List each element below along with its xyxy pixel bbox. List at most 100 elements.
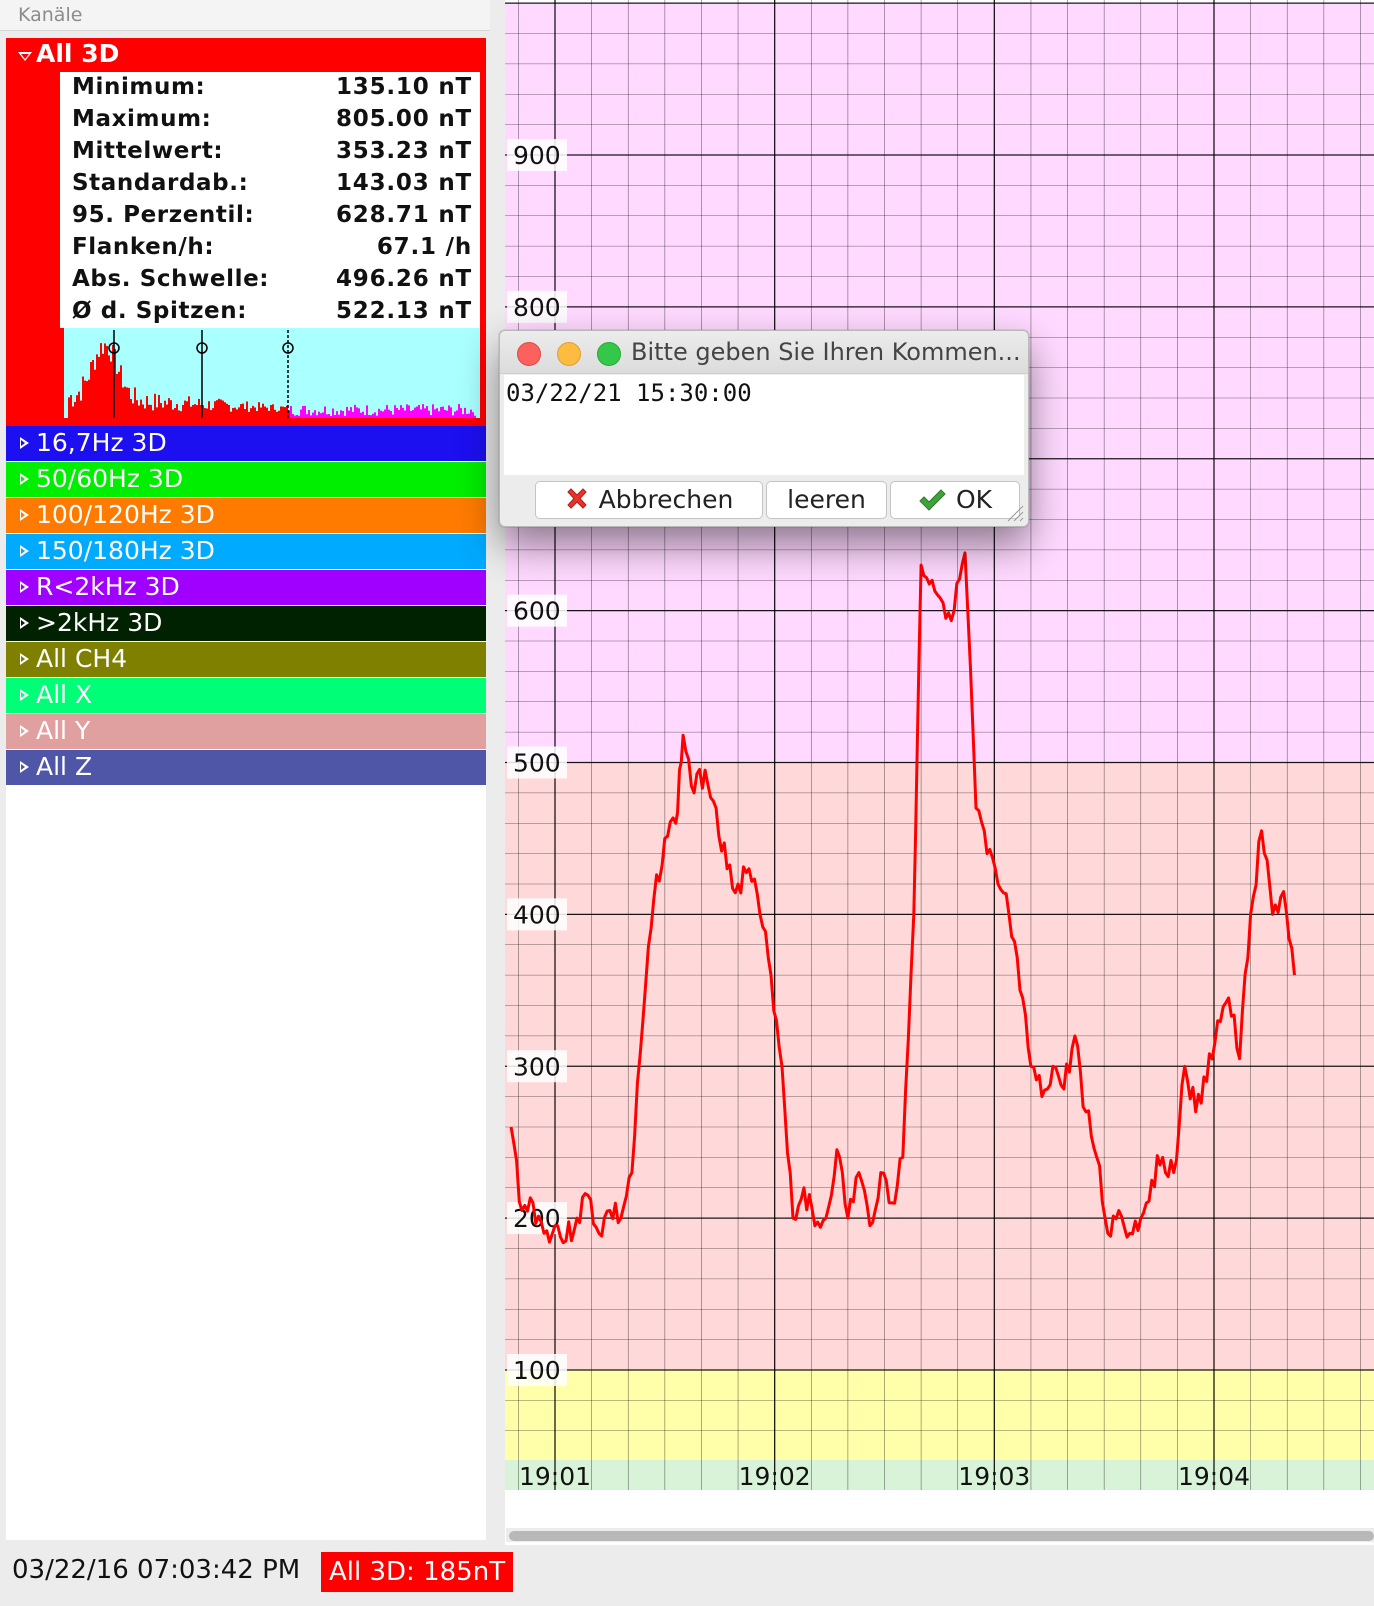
histogram-bar bbox=[198, 399, 200, 418]
dialog-titlebar[interactable]: Bitte geben Sie Ihren Kommen... bbox=[500, 331, 1028, 374]
expand-triangle-icon[interactable] bbox=[20, 437, 29, 449]
expand-triangle-icon[interactable] bbox=[20, 617, 29, 629]
histogram-bar bbox=[110, 361, 112, 418]
histogram-bar bbox=[308, 410, 310, 418]
histogram-bar bbox=[230, 411, 232, 418]
histogram-bar bbox=[338, 414, 340, 418]
expand-triangle-icon[interactable] bbox=[20, 725, 29, 737]
ok-button[interactable]: OK bbox=[890, 481, 1020, 519]
y-tick-label: 600 bbox=[513, 597, 561, 626]
chart-area[interactable]: 900 800 600 500 400 300 200 100 19:01 19:02 19:03 1… bbox=[505, 0, 1374, 1545]
histogram-bar bbox=[216, 400, 218, 418]
histogram-bar bbox=[320, 413, 322, 418]
histogram-bar bbox=[178, 410, 180, 418]
channel-row[interactable]: All Z bbox=[6, 750, 486, 785]
channel-row[interactable]: All X bbox=[6, 678, 486, 713]
channel-row[interactable]: All CH4 bbox=[6, 642, 486, 677]
histogram-bar bbox=[388, 409, 390, 418]
histogram-bar bbox=[474, 415, 476, 418]
resize-grip-icon[interactable] bbox=[1006, 504, 1024, 522]
histogram-bar bbox=[68, 397, 70, 418]
stat-label: Minimum: bbox=[72, 74, 206, 100]
minimize-window-button[interactable] bbox=[557, 342, 581, 366]
channel-row[interactable]: 16,7Hz 3D bbox=[6, 426, 486, 461]
histogram-bar bbox=[206, 408, 208, 418]
histogram-bar bbox=[324, 406, 326, 418]
histogram-bar bbox=[256, 411, 258, 418]
stats-box: Minimum: 135.10 nT Maximum: 805.00 nT Mittel… bbox=[60, 72, 480, 328]
histogram-bar bbox=[410, 411, 412, 418]
histogram-bar bbox=[304, 405, 306, 418]
comment-textarea[interactable]: 03/22/21 15:30:00 bbox=[504, 375, 1024, 475]
histogram-bar bbox=[260, 407, 262, 418]
histogram-bar bbox=[222, 400, 224, 418]
expand-triangle-icon[interactable] bbox=[20, 509, 29, 521]
histogram-bar bbox=[144, 408, 146, 418]
histogram-bar bbox=[74, 401, 76, 418]
histogram-bar bbox=[122, 387, 124, 418]
clear-button-label: leeren bbox=[787, 485, 866, 514]
zoom-window-button[interactable] bbox=[597, 342, 621, 366]
expand-triangle-icon[interactable] bbox=[20, 545, 29, 557]
collapse-triangle-icon[interactable] bbox=[18, 52, 32, 61]
histogram-bar bbox=[428, 410, 430, 418]
close-window-button[interactable] bbox=[517, 342, 541, 366]
channel-row[interactable]: 100/120Hz 3D bbox=[6, 498, 486, 533]
scrollbar-thumb[interactable] bbox=[509, 1531, 1374, 1541]
histogram-bar bbox=[334, 414, 336, 418]
histogram-bar bbox=[472, 412, 474, 418]
checkmark-icon bbox=[919, 489, 946, 511]
stat-value: 496.26 nT bbox=[335, 266, 472, 292]
histogram-bar bbox=[154, 393, 156, 418]
histogram-bar bbox=[438, 411, 440, 418]
histogram-bar bbox=[224, 402, 226, 418]
histogram-bar bbox=[454, 411, 456, 418]
channel-row[interactable]: >2kHz 3D bbox=[6, 606, 486, 641]
histogram-bar bbox=[326, 414, 328, 418]
histogram-bar bbox=[396, 408, 398, 418]
histogram-bar bbox=[158, 394, 160, 418]
histogram-bar bbox=[284, 407, 286, 418]
histogram-bar bbox=[276, 411, 278, 418]
histogram-bar bbox=[426, 406, 428, 418]
channel-all-3d-expanded: All 3D Minimum: 135.10 nT Maximum: 805.00 n… bbox=[6, 38, 486, 426]
y-tick-label: 300 bbox=[513, 1052, 561, 1081]
histogram-bar bbox=[442, 406, 444, 418]
histogram-bar bbox=[278, 410, 280, 418]
histogram-bar bbox=[444, 409, 446, 418]
histogram-bar bbox=[372, 413, 374, 418]
channel-all-3d-header[interactable]: All 3D bbox=[6, 38, 486, 72]
channel-row[interactable]: 50/60Hz 3D bbox=[6, 462, 486, 497]
x-tick-label: 19:02 bbox=[739, 1462, 811, 1491]
y-tick-label: 500 bbox=[513, 749, 561, 778]
histogram-bar bbox=[196, 405, 198, 418]
expand-triangle-icon[interactable] bbox=[20, 761, 29, 773]
expand-triangle-icon[interactable] bbox=[20, 473, 29, 485]
histogram-bar bbox=[166, 404, 168, 418]
channel-row[interactable]: 150/180Hz 3D bbox=[6, 534, 486, 569]
expand-triangle-icon[interactable] bbox=[20, 653, 29, 665]
histogram-bar bbox=[192, 404, 194, 418]
channel-row[interactable]: R<2kHz 3D bbox=[6, 570, 486, 605]
histogram-bar bbox=[170, 400, 172, 418]
histogram-bar bbox=[70, 395, 72, 418]
cancel-button[interactable]: Abbrechen bbox=[535, 481, 763, 519]
expand-triangle-icon[interactable] bbox=[20, 689, 29, 701]
histogram-bar bbox=[446, 410, 448, 418]
histogram-bar bbox=[104, 343, 106, 418]
histogram-bar bbox=[406, 404, 408, 418]
clear-button[interactable]: leeren bbox=[766, 481, 887, 519]
histogram-bar bbox=[412, 410, 414, 418]
histogram-bar bbox=[280, 406, 282, 418]
histogram-bar bbox=[162, 407, 164, 418]
panel-header: Kanäle bbox=[0, 0, 490, 31]
stat-value: 135.10 nT bbox=[335, 74, 472, 100]
expand-triangle-icon[interactable] bbox=[20, 581, 29, 593]
histogram-bar bbox=[146, 396, 148, 418]
histogram-bar bbox=[116, 373, 118, 418]
line-chart[interactable]: 90080060050040030020010019:01 19:02 19:03 1… bbox=[505, 0, 1374, 1545]
histogram-bar bbox=[408, 405, 410, 418]
histogram-bar bbox=[422, 404, 424, 418]
histogram-bar bbox=[364, 415, 366, 418]
channel-row[interactable]: All Y bbox=[6, 714, 486, 749]
